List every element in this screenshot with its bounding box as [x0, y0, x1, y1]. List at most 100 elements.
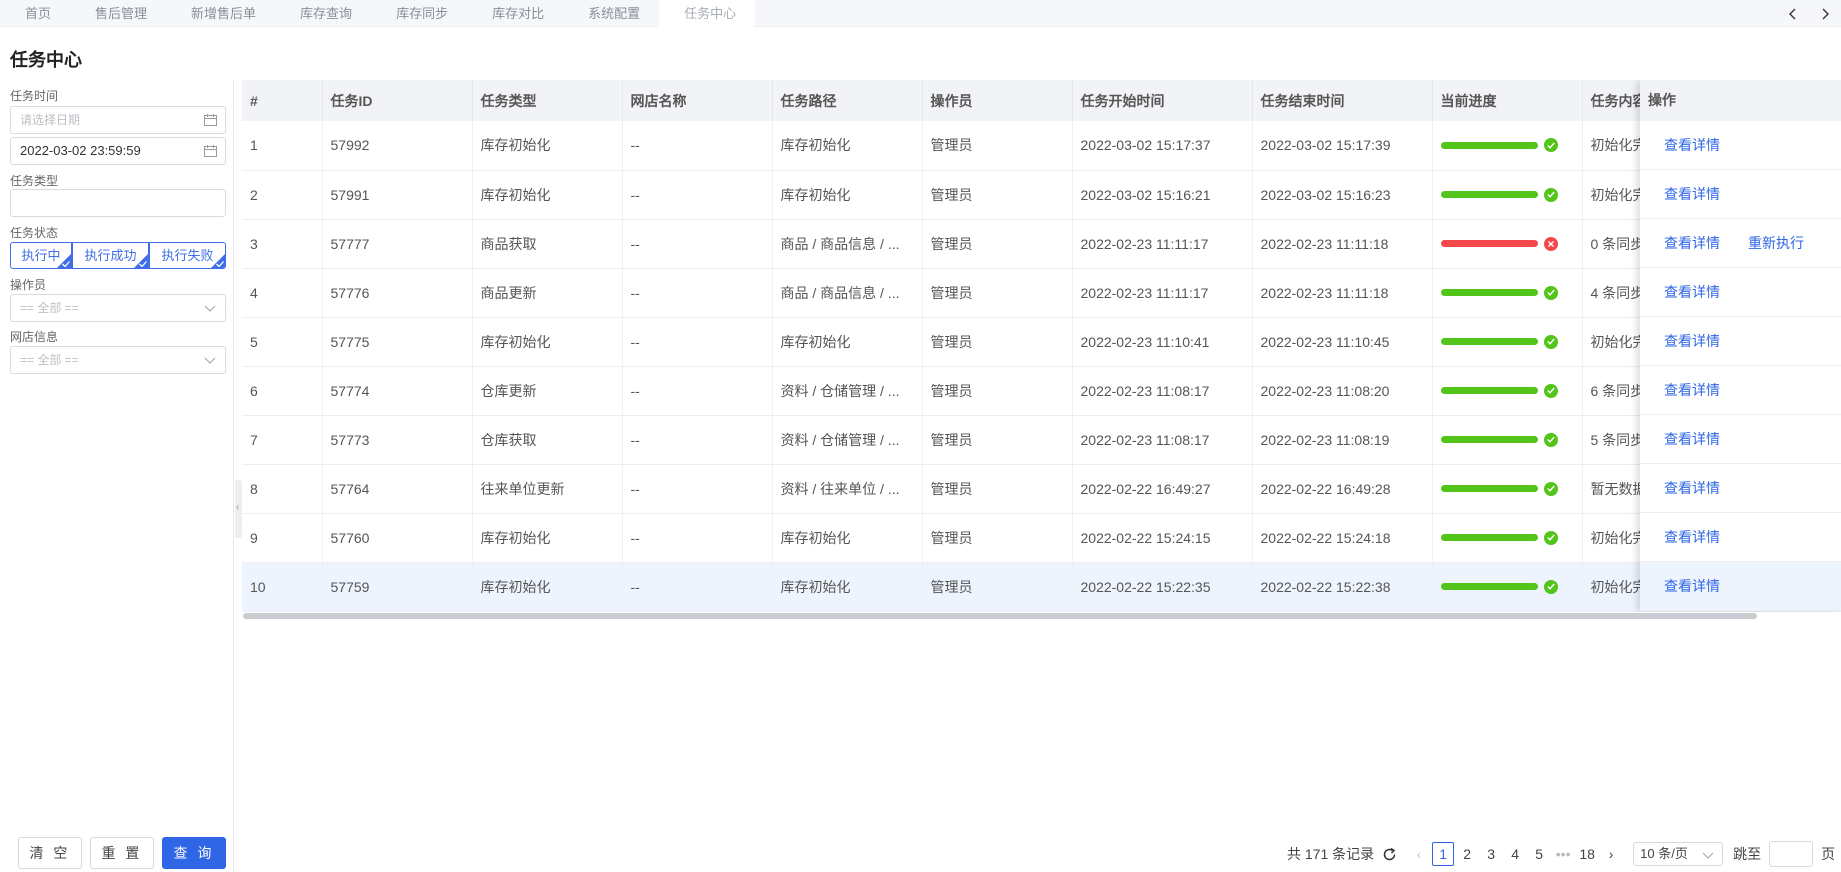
- actions-row: 查看详情: [1640, 562, 1841, 611]
- task-time-label: 任务时间: [10, 89, 59, 103]
- actions-row: 查看详情 重新执行: [1640, 219, 1841, 268]
- refresh-icon[interactable]: [1382, 847, 1397, 862]
- cell-start: 2022-02-23 11:08:17: [1072, 415, 1253, 465]
- page-button[interactable]: 1: [1432, 842, 1455, 866]
- scrollbar-thumb[interactable]: [243, 613, 1757, 619]
- view-details-link[interactable]: 查看详情: [1664, 576, 1720, 596]
- cell-path: 库存初始化: [772, 317, 923, 367]
- page-button[interactable]: 4: [1504, 842, 1526, 866]
- jump-page-input[interactable]: [1769, 841, 1814, 867]
- date-end-input[interactable]: 2022-03-02 23:59:59: [10, 137, 226, 165]
- cell-id: 57760: [322, 513, 473, 563]
- cell-progress: [1432, 121, 1583, 171]
- view-details-link[interactable]: 查看详情: [1664, 331, 1720, 351]
- status-failed-toggle[interactable]: 执行失败: [149, 242, 226, 269]
- shop-select[interactable]: == 全部 ==: [10, 346, 226, 374]
- page-button[interactable]: 2: [1456, 842, 1478, 866]
- cell-op: 管理员: [922, 415, 1073, 465]
- page-ellipsis[interactable]: •••: [1552, 842, 1574, 866]
- column-header: 任务ID: [322, 80, 473, 121]
- view-details-link[interactable]: 查看详情: [1664, 478, 1720, 498]
- actions-column: 操作 查看详情 查看详情 查看详情 重新执行 查看详情 查看详情 查看详情 查看详情 查看详情查…: [1640, 80, 1841, 611]
- task-type-label: 任务类型: [10, 174, 59, 188]
- tab-0[interactable]: 首页: [0, 0, 70, 27]
- tab-1[interactable]: 售后管理: [70, 0, 166, 27]
- page-button[interactable]: 5: [1528, 842, 1550, 866]
- table-row[interactable]: 7 57773 仓库获取 -- 资料 / 仓储管理 / ... 管理员 2022-02-23…: [242, 415, 1841, 465]
- cell-path: 资料 / 往来单位 / ...: [772, 464, 923, 514]
- view-details-link[interactable]: 查看详情: [1664, 233, 1720, 253]
- chevron-down-icon: [204, 357, 216, 364]
- tab-6[interactable]: 系统配置: [563, 0, 659, 27]
- view-details-link[interactable]: 查看详情: [1664, 429, 1720, 449]
- progress-indicator: [1440, 334, 1582, 349]
- view-details-link[interactable]: 查看详情: [1664, 527, 1720, 547]
- cell-path: 库存初始化: [772, 513, 923, 563]
- task-type-input[interactable]: [10, 189, 226, 217]
- cell-progress: [1432, 170, 1583, 220]
- query-button[interactable]: 查 询: [162, 837, 226, 869]
- cell-idx: 10: [242, 562, 323, 612]
- cell-op: 管理员: [922, 121, 1073, 171]
- column-header: 任务结束时间: [1252, 80, 1433, 121]
- progress-indicator: [1440, 236, 1582, 251]
- tab-2[interactable]: 新增售后单: [166, 0, 275, 27]
- cell-start: 2022-03-02 15:17:37: [1072, 121, 1253, 171]
- rerun-link[interactable]: 重新执行: [1748, 233, 1804, 253]
- status-running-toggle[interactable]: 执行中: [10, 242, 72, 269]
- table-row[interactable]: 4 57776 商品更新 -- 商品 / 商品信息 / ... 管理员 2022-02-23…: [242, 268, 1841, 318]
- reset-button[interactable]: 重 置: [90, 837, 154, 869]
- shop-label: 网店信息: [10, 330, 59, 344]
- tab-3[interactable]: 库存查询: [275, 0, 371, 27]
- page-button[interactable]: 3: [1480, 842, 1502, 866]
- panel-collapse-handle[interactable]: ‹: [235, 480, 242, 538]
- tab-prev-button[interactable]: [1777, 0, 1809, 27]
- table-row[interactable]: 8 57764 往来单位更新 -- 资料 / 往来单位 / ... 管理员 2022-02-…: [242, 464, 1841, 514]
- table-row[interactable]: 2 57991 库存初始化 -- 库存初始化 管理员 2022-03-02 15:16:21…: [242, 170, 1841, 220]
- column-header: 当前进度: [1432, 80, 1583, 121]
- cell-path: 商品 / 商品信息 / ...: [772, 219, 923, 269]
- cell-idx: 5: [242, 317, 323, 367]
- horizontal-scrollbar[interactable]: [242, 612, 1841, 620]
- page-size-select[interactable]: 10 条/页: [1633, 842, 1724, 866]
- cell-op: 管理员: [922, 562, 1073, 612]
- progress-indicator: [1440, 579, 1582, 594]
- cell-idx: 7: [242, 415, 323, 465]
- cell-idx: 6: [242, 366, 323, 416]
- view-details-link[interactable]: 查看详情: [1664, 380, 1720, 400]
- cell-end: 2022-02-23 11:08:20: [1252, 366, 1433, 416]
- cell-progress: [1432, 415, 1583, 465]
- page-title: 任务中心: [10, 50, 82, 70]
- shop-placeholder: == 全部 ==: [20, 353, 79, 367]
- tab-next-button[interactable]: [1809, 0, 1841, 27]
- table-row[interactable]: 6 57774 仓库更新 -- 资料 / 仓储管理 / ... 管理员 2022-02-23…: [242, 366, 1841, 416]
- tab-5[interactable]: 库存对比: [467, 0, 563, 27]
- view-details-link[interactable]: 查看详情: [1664, 135, 1720, 155]
- view-details-link[interactable]: 查看详情: [1664, 184, 1720, 204]
- table-row[interactable]: 1 57992 库存初始化 -- 库存初始化 管理员 2022-03-02 15:17:37…: [242, 121, 1841, 171]
- progress-bar: [1440, 191, 1538, 198]
- table-row[interactable]: 10 57759 库存初始化 -- 库存初始化 管理员 2022-02-22 15:22:3…: [242, 562, 1841, 612]
- success-check-icon: [1543, 432, 1558, 447]
- date-start-input[interactable]: 请选择日期: [10, 106, 226, 134]
- tab-7[interactable]: 任务中心: [659, 0, 756, 27]
- status-success-label: 执行成功: [84, 248, 137, 263]
- prev-page-button[interactable]: ‹: [1408, 842, 1430, 866]
- status-success-toggle[interactable]: 执行成功: [72, 242, 149, 269]
- task-table: # 任务ID 任务类型 网店名称 任务路径 操作员 任务开始时间 任务结束时间 当前进度 任务内容…: [242, 80, 1841, 612]
- tab-4[interactable]: 库存同步: [371, 0, 467, 27]
- clear-button[interactable]: 清 空: [18, 837, 82, 869]
- actions-row: 查看详情: [1640, 268, 1841, 317]
- table-row[interactable]: 3 57777 商品获取 -- 商品 / 商品信息 / ... 管理员 2022-02-23…: [242, 219, 1841, 269]
- cell-idx: 4: [242, 268, 323, 318]
- operator-select[interactable]: == 全部 ==: [10, 294, 226, 322]
- success-check-icon: [1543, 579, 1558, 594]
- next-page-button[interactable]: ›: [1600, 842, 1622, 866]
- progress-bar: [1440, 387, 1538, 394]
- cell-path: 库存初始化: [772, 562, 923, 612]
- table-row[interactable]: 5 57775 库存初始化 -- 库存初始化 管理员 2022-02-23 11:10:41…: [242, 317, 1841, 367]
- page-button[interactable]: 18: [1576, 842, 1598, 866]
- table-row[interactable]: 9 57760 库存初始化 -- 库存初始化 管理员 2022-02-22 15:24:15…: [242, 513, 1841, 563]
- cell-idx: 9: [242, 513, 323, 563]
- view-details-link[interactable]: 查看详情: [1664, 282, 1720, 302]
